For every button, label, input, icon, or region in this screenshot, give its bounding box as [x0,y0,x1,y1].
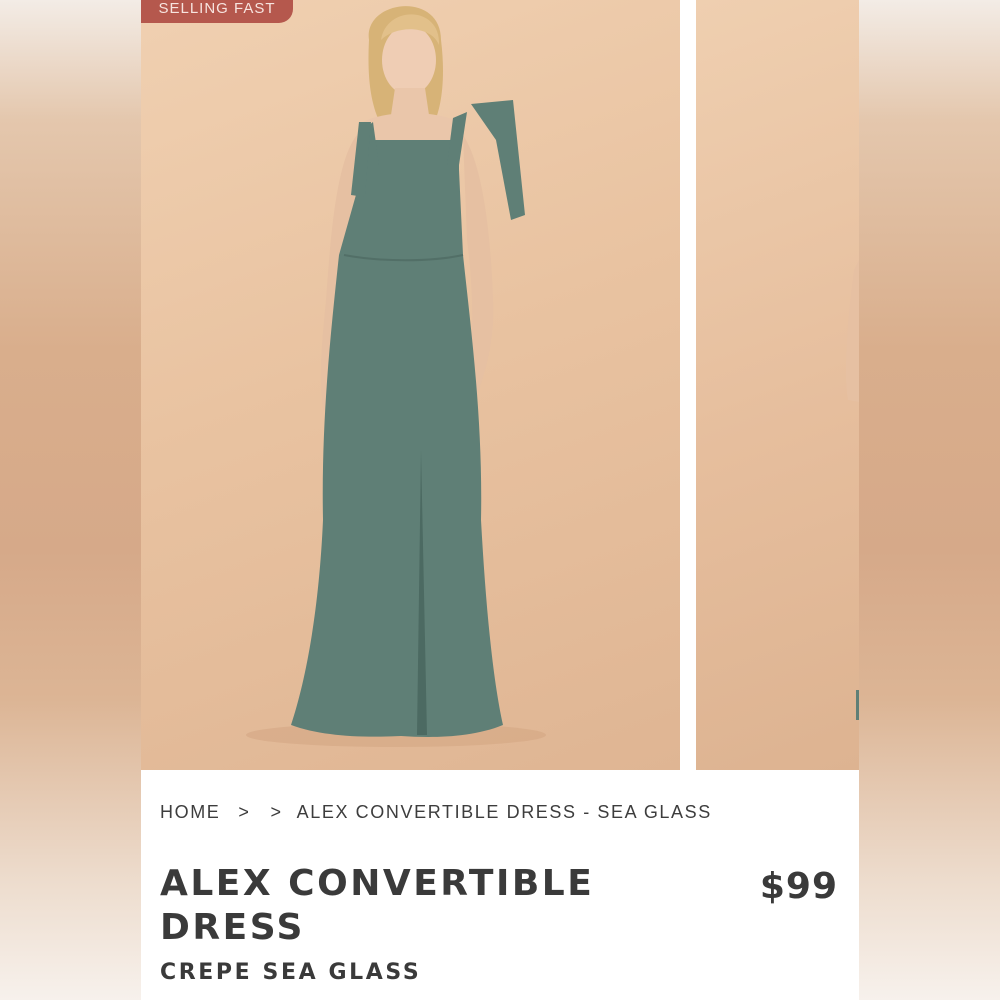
blurred-backdrop-left [0,0,141,1000]
breadcrumb-separator: > [270,801,283,822]
product-color-subtitle: CREPE SEA GLASS [160,960,422,985]
breadcrumb: HOME > > ALEX CONVERTIBLE DRESS - SEA GL… [160,800,712,824]
product-photo-next[interactable] [696,0,859,770]
product-photo-main[interactable]: SELLING FAST [141,0,680,770]
product-title: ALEX CONVERTIBLE DRESS [160,863,595,948]
breadcrumb-home-link[interactable]: HOME [160,802,220,823]
next-photo-illustration [846,260,859,720]
selling-fast-badge: SELLING FAST [141,0,293,23]
product-page: SELLING FAST HOME > > ALEX CONVERTIBLE D… [141,0,859,1000]
product-price: $99 [759,866,838,907]
model-in-dress-illustration [246,6,546,747]
breadcrumb-separator: > [238,801,251,822]
breadcrumb-current-page: ALEX CONVERTIBLE DRESS - SEA GLASS [296,801,712,822]
blurred-backdrop-right [859,0,1000,1000]
product-gallery[interactable]: SELLING FAST [141,0,859,770]
